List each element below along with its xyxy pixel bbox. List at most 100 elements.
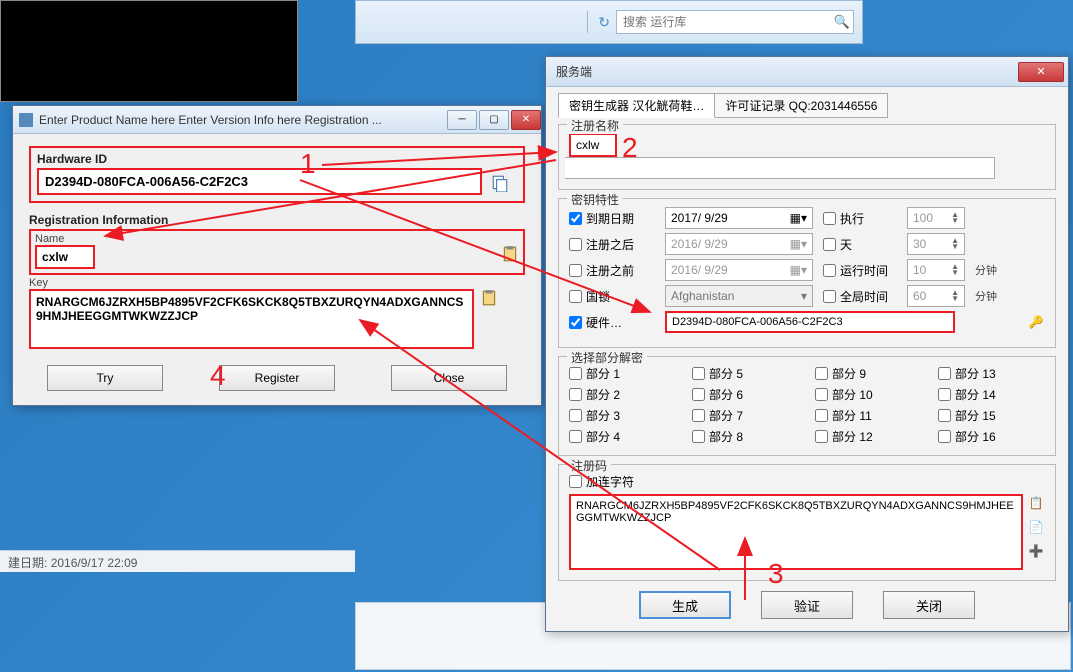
runtime-checkbox[interactable]: [823, 264, 836, 277]
add-regcode-icon[interactable]: ➕: [1027, 542, 1045, 560]
server-close-button[interactable]: ✕: [1018, 62, 1064, 82]
globaltime-value[interactable]: 60▲▼: [907, 285, 965, 307]
registration-dialog: Enter Product Name here Enter Version In…: [12, 105, 542, 406]
name-label: Name: [35, 233, 519, 245]
tab-license[interactable]: 许可证记录 QQ:2031446556: [714, 93, 888, 118]
hwid-tool-icon[interactable]: 🔑: [1027, 313, 1045, 331]
expire-date[interactable]: 2017/ 9/29▦▾: [665, 207, 813, 229]
name-input[interactable]: [35, 245, 95, 269]
part-checkbox-4[interactable]: 部分 4: [569, 428, 676, 445]
regcode-legend: 注册码: [567, 457, 611, 474]
part-checkbox-2[interactable]: 部分 2: [569, 386, 676, 403]
regcode-output[interactable]: [569, 494, 1023, 570]
part-checkbox-8[interactable]: 部分 8: [692, 428, 799, 445]
part-checkbox-15[interactable]: 部分 15: [938, 407, 1045, 424]
paste-key-icon[interactable]: [480, 289, 498, 307]
refresh-icon[interactable]: ↻: [598, 14, 610, 31]
after-checkbox[interactable]: [569, 238, 582, 251]
status-created-label: 建日期:: [8, 556, 47, 570]
export-regcode-icon[interactable]: 📄: [1027, 518, 1045, 536]
register-button[interactable]: Register: [219, 365, 335, 391]
explorer-toolbar: ↻ 🔍: [355, 0, 863, 44]
server-titlebar[interactable]: 服务端 ✕: [546, 57, 1068, 87]
part-checkbox-7[interactable]: 部分 7: [692, 407, 799, 424]
days-value[interactable]: 30▲▼: [907, 233, 965, 255]
copy-icon[interactable]: [491, 174, 509, 192]
try-button[interactable]: Try: [47, 365, 163, 391]
hwid-checkbox[interactable]: [569, 316, 582, 329]
close-srv-button[interactable]: 关闭: [883, 591, 975, 619]
regname-input[interactable]: [571, 135, 615, 155]
before-date[interactable]: 2016/ 9/29▦▾: [665, 259, 813, 281]
maximize-button[interactable]: ▢: [479, 110, 509, 130]
generate-button[interactable]: 生成: [639, 591, 731, 619]
lock-label: 国锁: [586, 288, 610, 305]
after-label: 注册之后: [586, 236, 634, 253]
expire-label: 到期日期: [586, 210, 634, 227]
paste-icon[interactable]: [501, 245, 519, 263]
server-dialog: 服务端 ✕ 密钥生成器 汉化觥荷鞋… 许可证记录 QQ:2031446556 注…: [545, 56, 1069, 632]
parts-legend: 选择部分解密: [567, 349, 647, 366]
close-dialog-button[interactable]: Close: [391, 365, 507, 391]
expire-checkbox[interactable]: [569, 212, 582, 225]
part-checkbox-13[interactable]: 部分 13: [938, 365, 1045, 382]
part-checkbox-6[interactable]: 部分 6: [692, 386, 799, 403]
app-icon: [19, 113, 33, 127]
keyprops-fieldset: 密钥特性 到期日期 2017/ 9/29▦▾ 执行 100▲▼ 注册之后 201…: [558, 198, 1056, 348]
runtime-unit: 分钟: [975, 262, 997, 278]
tab-keygen[interactable]: 密钥生成器 汉化觥荷鞋…: [558, 93, 715, 118]
registration-titlebar[interactable]: Enter Product Name here Enter Version In…: [13, 106, 541, 134]
hwid-label: Hardware ID: [37, 152, 517, 166]
regname-fieldset: 注册名称: [558, 124, 1056, 190]
part-checkbox-12[interactable]: 部分 12: [815, 428, 922, 445]
runtime-value[interactable]: 10▲▼: [907, 259, 965, 281]
reginfo-label: Registration Information: [29, 213, 525, 227]
globaltime-unit: 分钟: [975, 288, 997, 304]
regname-legend: 注册名称: [567, 117, 623, 134]
exec-label: 执行: [840, 210, 864, 227]
addconn-checkbox[interactable]: [569, 475, 582, 488]
before-checkbox[interactable]: [569, 264, 582, 277]
part-checkbox-11[interactable]: 部分 11: [815, 407, 922, 424]
part-checkbox-9[interactable]: 部分 9: [815, 365, 922, 382]
before-label: 注册之前: [586, 262, 634, 279]
hwid-srv-input[interactable]: [665, 311, 955, 333]
registration-title: Enter Product Name here Enter Version In…: [39, 113, 445, 127]
lock-checkbox[interactable]: [569, 290, 582, 303]
part-checkbox-16[interactable]: 部分 16: [938, 428, 1045, 445]
minimize-button[interactable]: ─: [447, 110, 477, 130]
key-input[interactable]: [29, 289, 474, 349]
copy-regcode-icon[interactable]: 📋: [1027, 494, 1045, 512]
part-checkbox-5[interactable]: 部分 5: [692, 365, 799, 382]
runtime-label: 运行时间: [840, 262, 888, 279]
regcode-fieldset: 注册码 加连字符 📋 📄 ➕: [558, 464, 1056, 581]
key-label: Key: [29, 277, 525, 289]
hwid-srv-label: 硬件…: [586, 314, 622, 331]
server-title: 服务端: [556, 63, 1018, 80]
days-checkbox[interactable]: [823, 238, 836, 251]
after-date[interactable]: 2016/ 9/29▦▾: [665, 233, 813, 255]
days-label: 天: [840, 236, 852, 253]
globaltime-label: 全局时间: [840, 288, 888, 305]
verify-button[interactable]: 验证: [761, 591, 853, 619]
part-checkbox-10[interactable]: 部分 10: [815, 386, 922, 403]
lock-combo[interactable]: Afghanistan▾: [665, 285, 813, 307]
hwid-input[interactable]: [37, 168, 482, 195]
globaltime-checkbox[interactable]: [823, 290, 836, 303]
regname-input-rest[interactable]: [565, 157, 995, 179]
search-box[interactable]: 🔍: [616, 10, 854, 34]
exec-value[interactable]: 100▲▼: [907, 207, 965, 229]
background-panel: [0, 0, 298, 102]
close-button[interactable]: ✕: [511, 110, 541, 130]
addconn-label: 加连字符: [586, 473, 634, 490]
parts-fieldset: 选择部分解密 部分 1部分 5部分 9部分 13部分 2部分 6部分 10部分 …: [558, 356, 1056, 456]
keyprops-legend: 密钥特性: [567, 191, 623, 208]
search-icon[interactable]: 🔍: [831, 14, 853, 30]
part-checkbox-1[interactable]: 部分 1: [569, 365, 676, 382]
part-checkbox-3[interactable]: 部分 3: [569, 407, 676, 424]
search-input[interactable]: [617, 13, 831, 31]
exec-checkbox[interactable]: [823, 212, 836, 225]
status-created-value: 2016/9/17 22:09: [51, 556, 138, 570]
status-bar: 建日期: 2016/9/17 22:09: [0, 550, 355, 572]
part-checkbox-14[interactable]: 部分 14: [938, 386, 1045, 403]
